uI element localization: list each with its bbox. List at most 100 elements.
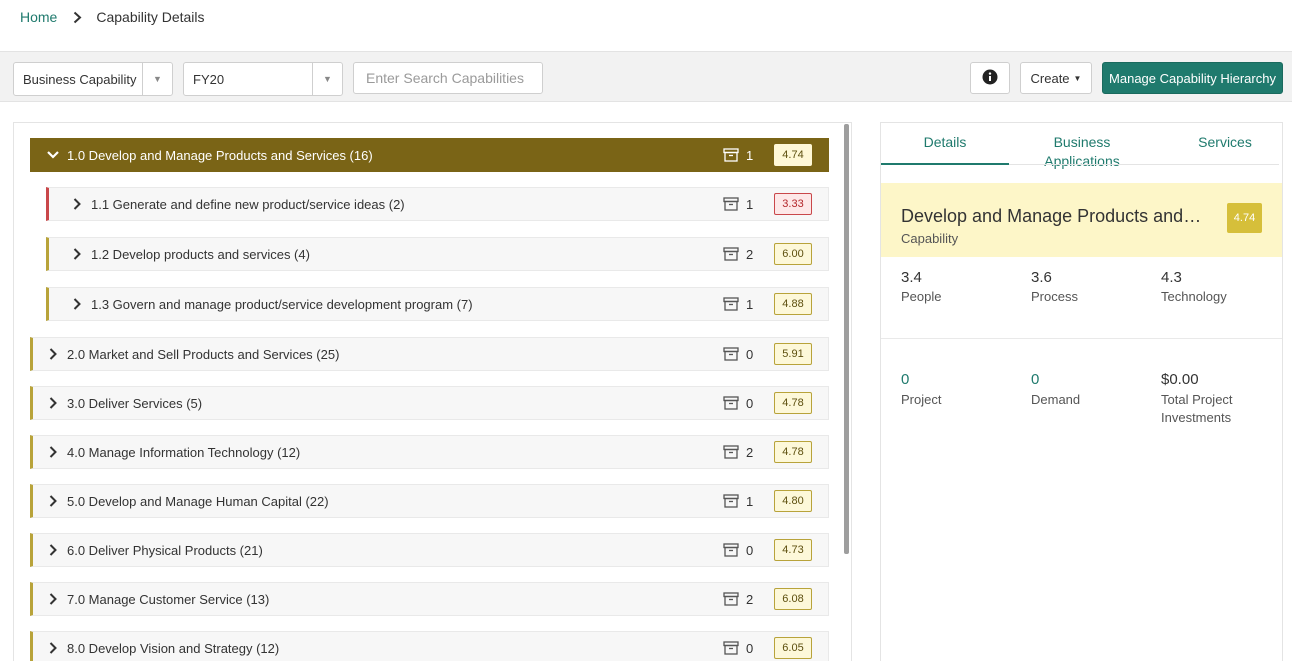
details-tabs: Details Business Applications Services [881, 123, 1284, 183]
stat-label: Total Project Investments [1161, 392, 1233, 425]
tree-scrollbar[interactable] [844, 124, 849, 554]
capability-metrics: 3.4 People 3.6 Process 4.3 Technology [881, 257, 1282, 339]
capability-type-value: Business Capability [23, 71, 137, 87]
tree-row[interactable]: 6.0 Deliver Physical Products (21) 0 4.7… [30, 533, 829, 567]
tree-row[interactable]: 1.1 Generate and define new product/serv… [46, 187, 829, 221]
info-icon [982, 69, 998, 88]
chevron-right-icon[interactable] [45, 544, 61, 556]
tree-row-count: 2 [746, 444, 754, 460]
tree-row-count: 1 [746, 296, 754, 312]
tree-row[interactable]: 1.2 Develop products and services (4) 2 … [46, 237, 829, 271]
search-capabilities-input[interactable] [353, 62, 543, 94]
tree-row-count: 2 [746, 246, 754, 262]
tree-row[interactable]: 3.0 Deliver Services (5) 0 4.78 [30, 386, 829, 420]
archive-icon [723, 641, 739, 655]
archive-icon [723, 543, 739, 557]
tree-row-label: 1.2 Develop products and services (4) [91, 246, 310, 262]
tree-row-label: 8.0 Develop Vision and Strategy (12) [67, 640, 280, 656]
chevron-right-icon[interactable] [45, 642, 61, 654]
score-badge: 4.88 [774, 293, 812, 315]
chevron-right-icon[interactable] [45, 495, 61, 507]
demand-count-link[interactable]: 0 [1031, 371, 1080, 388]
score-badge: 6.05 [774, 637, 812, 659]
capability-tree-panel: 1.0 Develop and Manage Products and Serv… [13, 122, 852, 661]
tree-row-count: 1 [746, 196, 754, 212]
score-badge: 3.33 [774, 193, 812, 215]
breadcrumb: Home Capability Details [20, 0, 205, 34]
tab-divider [1009, 164, 1279, 165]
tree-row[interactable]: 4.0 Manage Information Technology (12) 2… [30, 435, 829, 469]
manage-capability-hierarchy-button[interactable]: Manage Capability Hierarchy [1102, 62, 1283, 94]
caret-down-icon[interactable]: ▼ [312, 63, 342, 95]
tree-row[interactable]: 1.0 Develop and Manage Products and Serv… [30, 138, 829, 172]
year-select[interactable]: FY20 ▼ [183, 62, 343, 96]
chevron-right-icon[interactable] [45, 593, 61, 605]
chevron-right-icon[interactable] [45, 446, 61, 458]
create-dropdown-button[interactable]: Create ▼ [1020, 62, 1092, 94]
chevron-right-icon[interactable] [69, 198, 85, 210]
capability-score-badge: 4.74 [1227, 203, 1262, 233]
capability-type-select[interactable]: Business Capability ▼ [13, 62, 173, 96]
archive-icon [723, 148, 739, 162]
tab-business-applications[interactable]: Business Applications [1034, 123, 1130, 169]
chevron-right-icon [73, 11, 82, 24]
archive-icon [723, 347, 739, 361]
stat-value: $0.00 [1161, 371, 1199, 388]
metric-value: 4.3 [1161, 269, 1182, 286]
archive-icon [723, 494, 739, 508]
tree-row-count: 0 [746, 542, 754, 558]
score-badge: 6.00 [774, 243, 812, 265]
capability-header: Develop and Manage Products and Services… [881, 183, 1282, 257]
chevron-down-icon[interactable] [45, 151, 61, 159]
tree-row-label: 3.0 Deliver Services (5) [67, 395, 203, 411]
stat-project: 0 Project [901, 371, 941, 409]
metric-technology: 4.3 Technology [1161, 269, 1227, 304]
chevron-right-icon[interactable] [69, 248, 85, 260]
tab-details[interactable]: Details [881, 123, 1009, 165]
breadcrumb-home-link[interactable]: Home [20, 9, 57, 25]
archive-icon [723, 396, 739, 410]
tab-services[interactable]: Services [1181, 123, 1269, 165]
score-badge: 4.80 [774, 490, 812, 512]
metric-label: Process [1031, 289, 1078, 304]
breadcrumb-current: Capability Details [96, 9, 205, 25]
metric-label: Technology [1161, 289, 1227, 304]
stat-label: Project [901, 392, 942, 407]
tree-row[interactable]: 7.0 Manage Customer Service (13) 2 6.08 [30, 582, 829, 616]
caret-down-icon: ▼ [1073, 73, 1082, 83]
tree-row[interactable]: 2.0 Market and Sell Products and Service… [30, 337, 829, 371]
score-badge: 6.08 [774, 588, 812, 610]
chevron-right-icon[interactable] [45, 348, 61, 360]
stat-label: Demand [1031, 392, 1081, 407]
capability-title: Develop and Manage Products and Services [901, 206, 1206, 226]
tree-row-count: 0 [746, 395, 754, 411]
project-count-link[interactable]: 0 [901, 371, 941, 388]
tree-row-count: 0 [746, 640, 754, 656]
caret-down-icon[interactable]: ▼ [142, 63, 172, 95]
tree-row-label: 1.3 Govern and manage product/service de… [91, 296, 473, 312]
tree-row-label: 1.0 Develop and Manage Products and Serv… [67, 147, 373, 163]
tree-row[interactable]: 5.0 Develop and Manage Human Capital (22… [30, 484, 829, 518]
tree-row-count: 1 [746, 147, 754, 163]
chevron-right-icon[interactable] [45, 397, 61, 409]
stat-demand: 0 Demand [1031, 371, 1080, 409]
score-badge: 4.73 [774, 539, 812, 561]
metric-value: 3.4 [901, 269, 922, 286]
metric-people: 3.4 People [901, 269, 941, 304]
chevron-right-icon[interactable] [69, 298, 85, 310]
tree-row[interactable]: 1.3 Govern and manage product/service de… [46, 287, 829, 321]
tree-row-count: 2 [746, 591, 754, 607]
tree-row-count: 0 [746, 346, 754, 362]
tree-row[interactable]: 8.0 Develop Vision and Strategy (12) 0 6… [30, 631, 829, 661]
info-button[interactable] [970, 62, 1010, 94]
archive-icon [723, 297, 739, 311]
archive-icon [723, 445, 739, 459]
metric-process: 3.6 Process [1031, 269, 1078, 304]
capability-details-panel: Details Business Applications Services D… [880, 122, 1283, 661]
metric-label: People [901, 289, 942, 304]
stat-total-investments: $0.00 Total Project Investments [1161, 371, 1261, 427]
tree-row-label: 2.0 Market and Sell Products and Service… [67, 346, 340, 362]
tree-row-label: 7.0 Manage Customer Service (13) [67, 591, 270, 607]
tree-row-count: 1 [746, 493, 754, 509]
score-badge: 5.91 [774, 343, 812, 365]
